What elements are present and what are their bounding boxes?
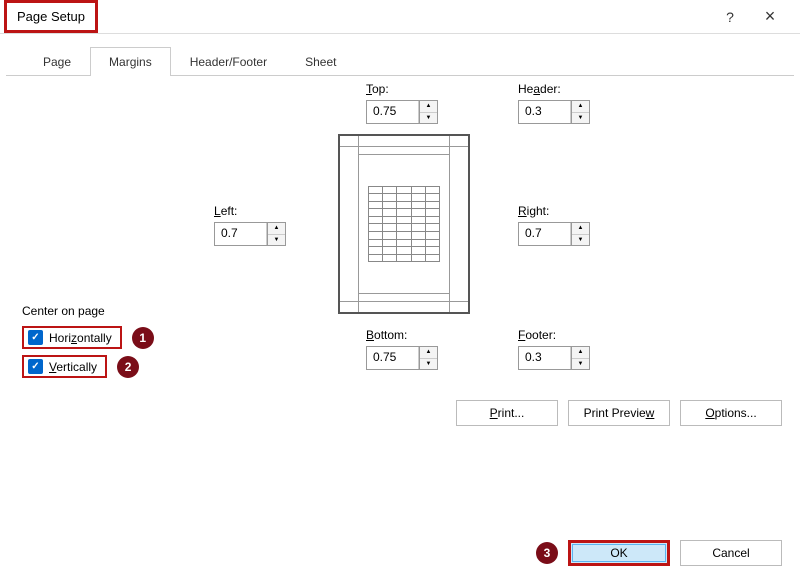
input-footer[interactable]: 0.3 bbox=[519, 347, 571, 369]
options-button[interactable]: Options... bbox=[680, 400, 782, 426]
arrow-down-icon[interactable]: ▼ bbox=[572, 113, 589, 124]
ok-button[interactable]: OK bbox=[568, 540, 670, 566]
tab-strip: Page Margins Header/Footer Sheet bbox=[6, 34, 794, 76]
label-left: Left: bbox=[214, 204, 286, 218]
spinner-bottom[interactable]: 0.75 ▲▼ bbox=[366, 346, 438, 370]
spinner-header[interactable]: 0.3 ▲▼ bbox=[518, 100, 590, 124]
checkbox-vertically-wrap[interactable]: ✓ Vertically bbox=[22, 355, 107, 378]
arrow-down-icon[interactable]: ▼ bbox=[420, 359, 437, 370]
margin-header-group: Header: 0.3 ▲▼ bbox=[518, 82, 590, 124]
arrow-down-icon[interactable]: ▼ bbox=[572, 235, 589, 246]
tab-headerfooter[interactable]: Header/Footer bbox=[171, 47, 286, 76]
titlebar: Page Setup ? × bbox=[0, 0, 800, 34]
checkbox-horizontally-wrap[interactable]: ✓ Horizontally bbox=[22, 326, 122, 349]
checkbox-label-horizontally: Horizontally bbox=[49, 331, 112, 345]
dialog-action-row: 3 OK Cancel bbox=[536, 540, 782, 566]
margin-top-group: Top: 0.75 ▲▼ bbox=[366, 82, 438, 124]
arrow-up-icon[interactable]: ▲ bbox=[572, 101, 589, 113]
arrow-up-icon[interactable]: ▲ bbox=[572, 223, 589, 235]
arrow-down-icon[interactable]: ▼ bbox=[268, 235, 285, 246]
dialog-title: Page Setup bbox=[4, 0, 98, 33]
input-left[interactable]: 0.7 bbox=[215, 223, 267, 245]
margin-footer-group: Footer: 0.3 ▲▼ bbox=[518, 328, 590, 370]
spinner-right[interactable]: 0.7 ▲▼ bbox=[518, 222, 590, 246]
arrow-up-icon[interactable]: ▲ bbox=[420, 347, 437, 359]
annotation-badge-1: 1 bbox=[132, 327, 154, 349]
arrow-up-icon[interactable]: ▲ bbox=[268, 223, 285, 235]
help-icon[interactable]: ? bbox=[710, 0, 750, 34]
preview-grid bbox=[368, 186, 440, 262]
input-top[interactable]: 0.75 bbox=[367, 101, 419, 123]
print-preview-button[interactable]: Print Preview bbox=[568, 400, 670, 426]
spinner-arrows[interactable]: ▲▼ bbox=[267, 223, 285, 245]
checkmark-icon: ✓ bbox=[28, 359, 43, 374]
margin-bottom-group: Bottom: 0.75 ▲▼ bbox=[366, 328, 438, 370]
annotation-badge-2: 2 bbox=[117, 356, 139, 378]
center-on-page-section: Center on page ✓ Horizontally 1 ✓ Vertic… bbox=[22, 304, 154, 384]
label-top: Top: bbox=[366, 82, 438, 96]
cancel-button[interactable]: Cancel bbox=[680, 540, 782, 566]
content: Top: 0.75 ▲▼ Header: 0.3 ▲▼ Left: 0.7 ▲▼… bbox=[0, 76, 800, 86]
page-preview bbox=[338, 134, 470, 314]
label-right: Right: bbox=[518, 204, 590, 218]
spinner-footer[interactable]: 0.3 ▲▼ bbox=[518, 346, 590, 370]
annotation-badge-3: 3 bbox=[536, 542, 558, 564]
arrow-up-icon[interactable]: ▲ bbox=[572, 347, 589, 359]
spinner-arrows[interactable]: ▲▼ bbox=[571, 347, 589, 369]
input-bottom[interactable]: 0.75 bbox=[367, 347, 419, 369]
center-on-page-label: Center on page bbox=[22, 304, 154, 318]
spinner-arrows[interactable]: ▲▼ bbox=[571, 101, 589, 123]
checkmark-icon: ✓ bbox=[28, 330, 43, 345]
arrow-up-icon[interactable]: ▲ bbox=[420, 101, 437, 113]
label-bottom: Bottom: bbox=[366, 328, 438, 342]
spinner-arrows[interactable]: ▲▼ bbox=[419, 347, 437, 369]
tab-margins[interactable]: Margins bbox=[90, 47, 171, 76]
tab-sheet[interactable]: Sheet bbox=[286, 47, 355, 76]
input-header[interactable]: 0.3 bbox=[519, 101, 571, 123]
close-icon[interactable]: × bbox=[750, 0, 790, 34]
print-button[interactable]: Print... bbox=[456, 400, 558, 426]
tab-page[interactable]: Page bbox=[24, 47, 90, 76]
input-right[interactable]: 0.7 bbox=[519, 223, 571, 245]
spinner-left[interactable]: 0.7 ▲▼ bbox=[214, 222, 286, 246]
label-footer: Footer: bbox=[518, 328, 590, 342]
margin-right-group: Right: 0.7 ▲▼ bbox=[518, 204, 590, 246]
secondary-button-row: Print... Print Preview Options... bbox=[456, 400, 782, 426]
checkbox-label-vertically: Vertically bbox=[49, 360, 97, 374]
arrow-down-icon[interactable]: ▼ bbox=[572, 359, 589, 370]
spinner-arrows[interactable]: ▲▼ bbox=[419, 101, 437, 123]
margin-left-group: Left: 0.7 ▲▼ bbox=[214, 204, 286, 246]
arrow-down-icon[interactable]: ▼ bbox=[420, 113, 437, 124]
spinner-top[interactable]: 0.75 ▲▼ bbox=[366, 100, 438, 124]
label-header: Header: bbox=[518, 82, 590, 96]
spinner-arrows[interactable]: ▲▼ bbox=[571, 223, 589, 245]
